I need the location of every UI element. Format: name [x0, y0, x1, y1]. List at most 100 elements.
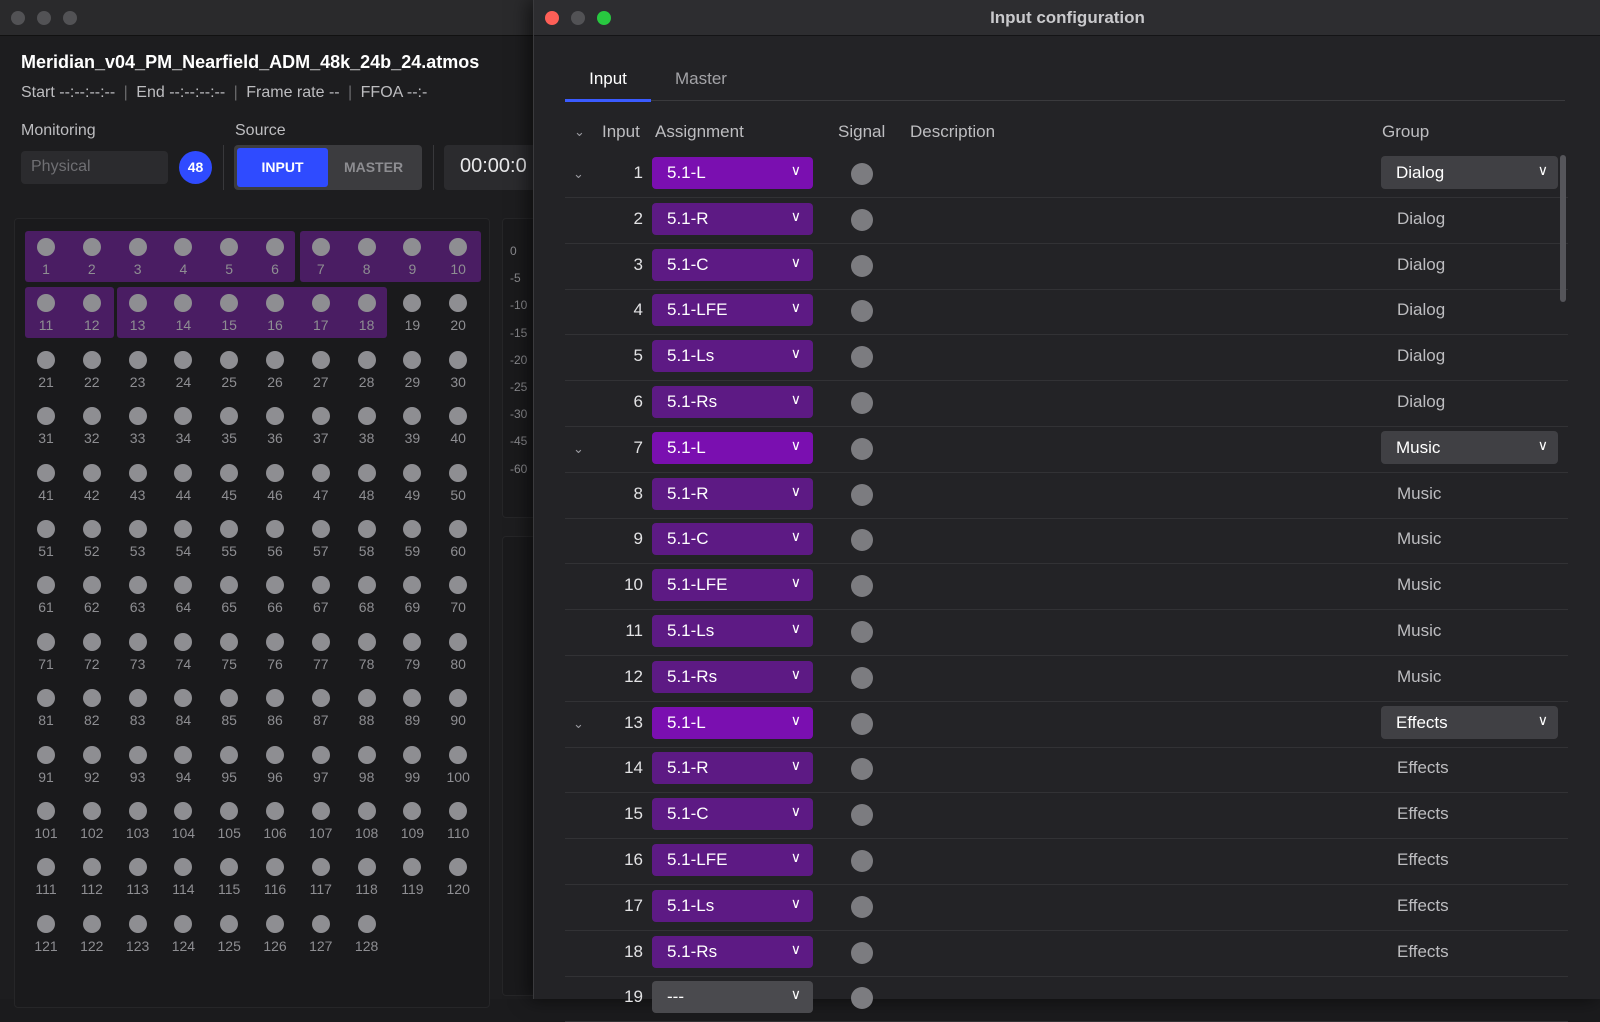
channel-signal-dot — [82, 463, 101, 482]
source-input-button[interactable]: INPUT — [237, 148, 328, 187]
channel-number: 64 — [175, 599, 192, 616]
assignment-dropdown[interactable]: 5.1-R ∨ — [652, 752, 813, 785]
channel-signal-dot — [357, 463, 376, 482]
group-dropdown[interactable]: Dialog ∨ — [1381, 156, 1558, 189]
input-row: 11 5.1-Ls ∨ Music — [565, 610, 1568, 656]
channel-indicator: 48 — [347, 459, 387, 509]
channel-indicator: 34 — [163, 402, 203, 452]
channel-number: 72 — [84, 655, 100, 672]
assignment-dropdown[interactable]: 5.1-C ∨ — [652, 248, 813, 281]
channel-indicator: 122 — [72, 910, 112, 960]
channel-signal-dot — [220, 520, 239, 538]
channel-indicator: 72 — [72, 628, 112, 678]
monitoring-select[interactable]: Physical — [21, 151, 168, 184]
assignment-dropdown[interactable]: 5.1-L ∨ — [652, 431, 813, 464]
assignment-dropdown[interactable]: 5.1-C ∨ — [652, 798, 813, 831]
monitoring-label: Monitoring — [21, 122, 96, 139]
channel-indicator: 46 — [255, 459, 295, 509]
assignment-dropdown[interactable]: 5.1-Rs ∨ — [652, 935, 813, 968]
channel-signal-dot — [449, 294, 468, 313]
channel-signal-dot — [37, 745, 55, 764]
channel-indicator: 116 — [255, 853, 295, 903]
channel-signal-dot — [220, 689, 239, 708]
signal-indicator — [851, 163, 873, 185]
input-row: 12 5.1-Rs ∨ Music — [565, 656, 1568, 702]
signal-indicator — [851, 850, 873, 872]
channel-number: 62 — [84, 599, 100, 616]
channel-signal-dot — [220, 294, 239, 313]
channel-number: 113 — [126, 881, 149, 898]
channel-signal-dot — [449, 632, 468, 651]
channel-indicator: 119 — [392, 853, 432, 903]
channel-signal-dot — [220, 463, 239, 482]
tab-input[interactable]: Input — [565, 64, 651, 102]
channel-number: 122 — [80, 937, 104, 954]
group-dropdown[interactable]: Effects ∨ — [1381, 705, 1558, 739]
channel-signal-dot — [37, 520, 55, 538]
input-number: 14 — [624, 758, 643, 778]
assignment-dropdown[interactable]: 5.1-L ∨ — [652, 157, 813, 189]
channel-indicator: 76 — [255, 628, 295, 678]
channel-number: 66 — [267, 599, 283, 616]
channel-signal-dot — [266, 407, 284, 426]
assignment-dropdown[interactable]: 5.1-LFE ∨ — [652, 844, 813, 876]
channel-number: 88 — [358, 712, 375, 729]
start-value: --:--:--:-- — [59, 84, 116, 101]
channel-indicator: 49 — [392, 459, 432, 509]
frame-rate-label: Frame rate — [246, 84, 325, 101]
group-dropdown[interactable]: Music ∨ — [1381, 430, 1558, 464]
channel-signal-dot — [37, 407, 55, 426]
assignment-dropdown[interactable]: 5.1-R ∨ — [652, 202, 813, 235]
channel-indicator: 101 — [26, 797, 66, 847]
chevron-down-icon: ∨ — [790, 528, 801, 545]
channel-indicator: 60 — [438, 515, 478, 565]
assignment-dropdown[interactable]: 5.1-LFE ∨ — [652, 294, 813, 327]
channel-number: 61 — [38, 599, 54, 616]
channel-number: 68 — [358, 599, 375, 616]
channel-number: 7 — [316, 261, 325, 277]
assignment-value: 5.1-Rs — [667, 941, 718, 961]
collapse-all-chevron-icon[interactable]: ⌄ — [574, 124, 585, 140]
channel-indicator: 17 — [301, 289, 341, 339]
renderer-close-button[interactable] — [11, 11, 25, 25]
channel-number: 60 — [450, 543, 466, 559]
meter-scale-tick: -25 — [510, 380, 528, 394]
channel-signal-dot — [220, 407, 239, 426]
channel-indicator: 4 — [163, 233, 203, 283]
assignment-dropdown[interactable]: 5.1-Rs ∨ — [652, 660, 813, 693]
channel-signal-dot — [403, 407, 422, 426]
scrollbar[interactable] — [1560, 155, 1566, 302]
assignment-dropdown[interactable]: 5.1-Rs ∨ — [652, 386, 813, 418]
channel-indicator: 67 — [301, 571, 341, 621]
tab-master[interactable]: Master — [661, 64, 741, 101]
channel-indicator: 37 — [301, 402, 341, 452]
assignment-dropdown[interactable]: 5.1-Ls ∨ — [652, 615, 813, 647]
channel-number: 126 — [263, 937, 287, 954]
renderer-minimize-button[interactable] — [37, 11, 51, 25]
assignment-dropdown[interactable]: 5.1-R ∨ — [652, 477, 813, 510]
channel-signal-dot — [311, 294, 330, 313]
channel-number: 14 — [175, 317, 192, 334]
group-value: Effects — [1396, 712, 1448, 732]
assignment-value: 5.1-L — [667, 437, 706, 457]
channel-indicator: 30 — [438, 346, 478, 396]
channel-signal-dot — [449, 576, 468, 595]
channel-number: 96 — [267, 768, 283, 785]
input-number: 7 — [633, 437, 643, 457]
signal-indicator — [851, 437, 873, 460]
assignment-dropdown[interactable]: 5.1-Ls ∨ — [652, 889, 813, 922]
assignment-dropdown[interactable]: --- ∨ — [652, 981, 813, 1014]
assignment-dropdown[interactable]: 5.1-L ∨ — [652, 706, 813, 739]
renderer-zoom-button[interactable] — [63, 11, 77, 25]
channel-signal-dot — [357, 914, 376, 933]
channel-number: 119 — [401, 881, 424, 898]
channel-indicator: 80 — [438, 628, 478, 678]
channel-signal-dot — [449, 238, 468, 256]
assignment-dropdown[interactable]: 5.1-LFE ∨ — [652, 569, 813, 602]
assignment-dropdown[interactable]: 5.1-Ls ∨ — [652, 340, 813, 373]
channel-indicator: 52 — [72, 515, 112, 565]
channel-signal-dot — [128, 576, 147, 595]
channel-signal-dot — [449, 689, 468, 708]
source-master-button[interactable]: MASTER — [328, 148, 419, 187]
assignment-dropdown[interactable]: 5.1-C ∨ — [652, 523, 813, 556]
